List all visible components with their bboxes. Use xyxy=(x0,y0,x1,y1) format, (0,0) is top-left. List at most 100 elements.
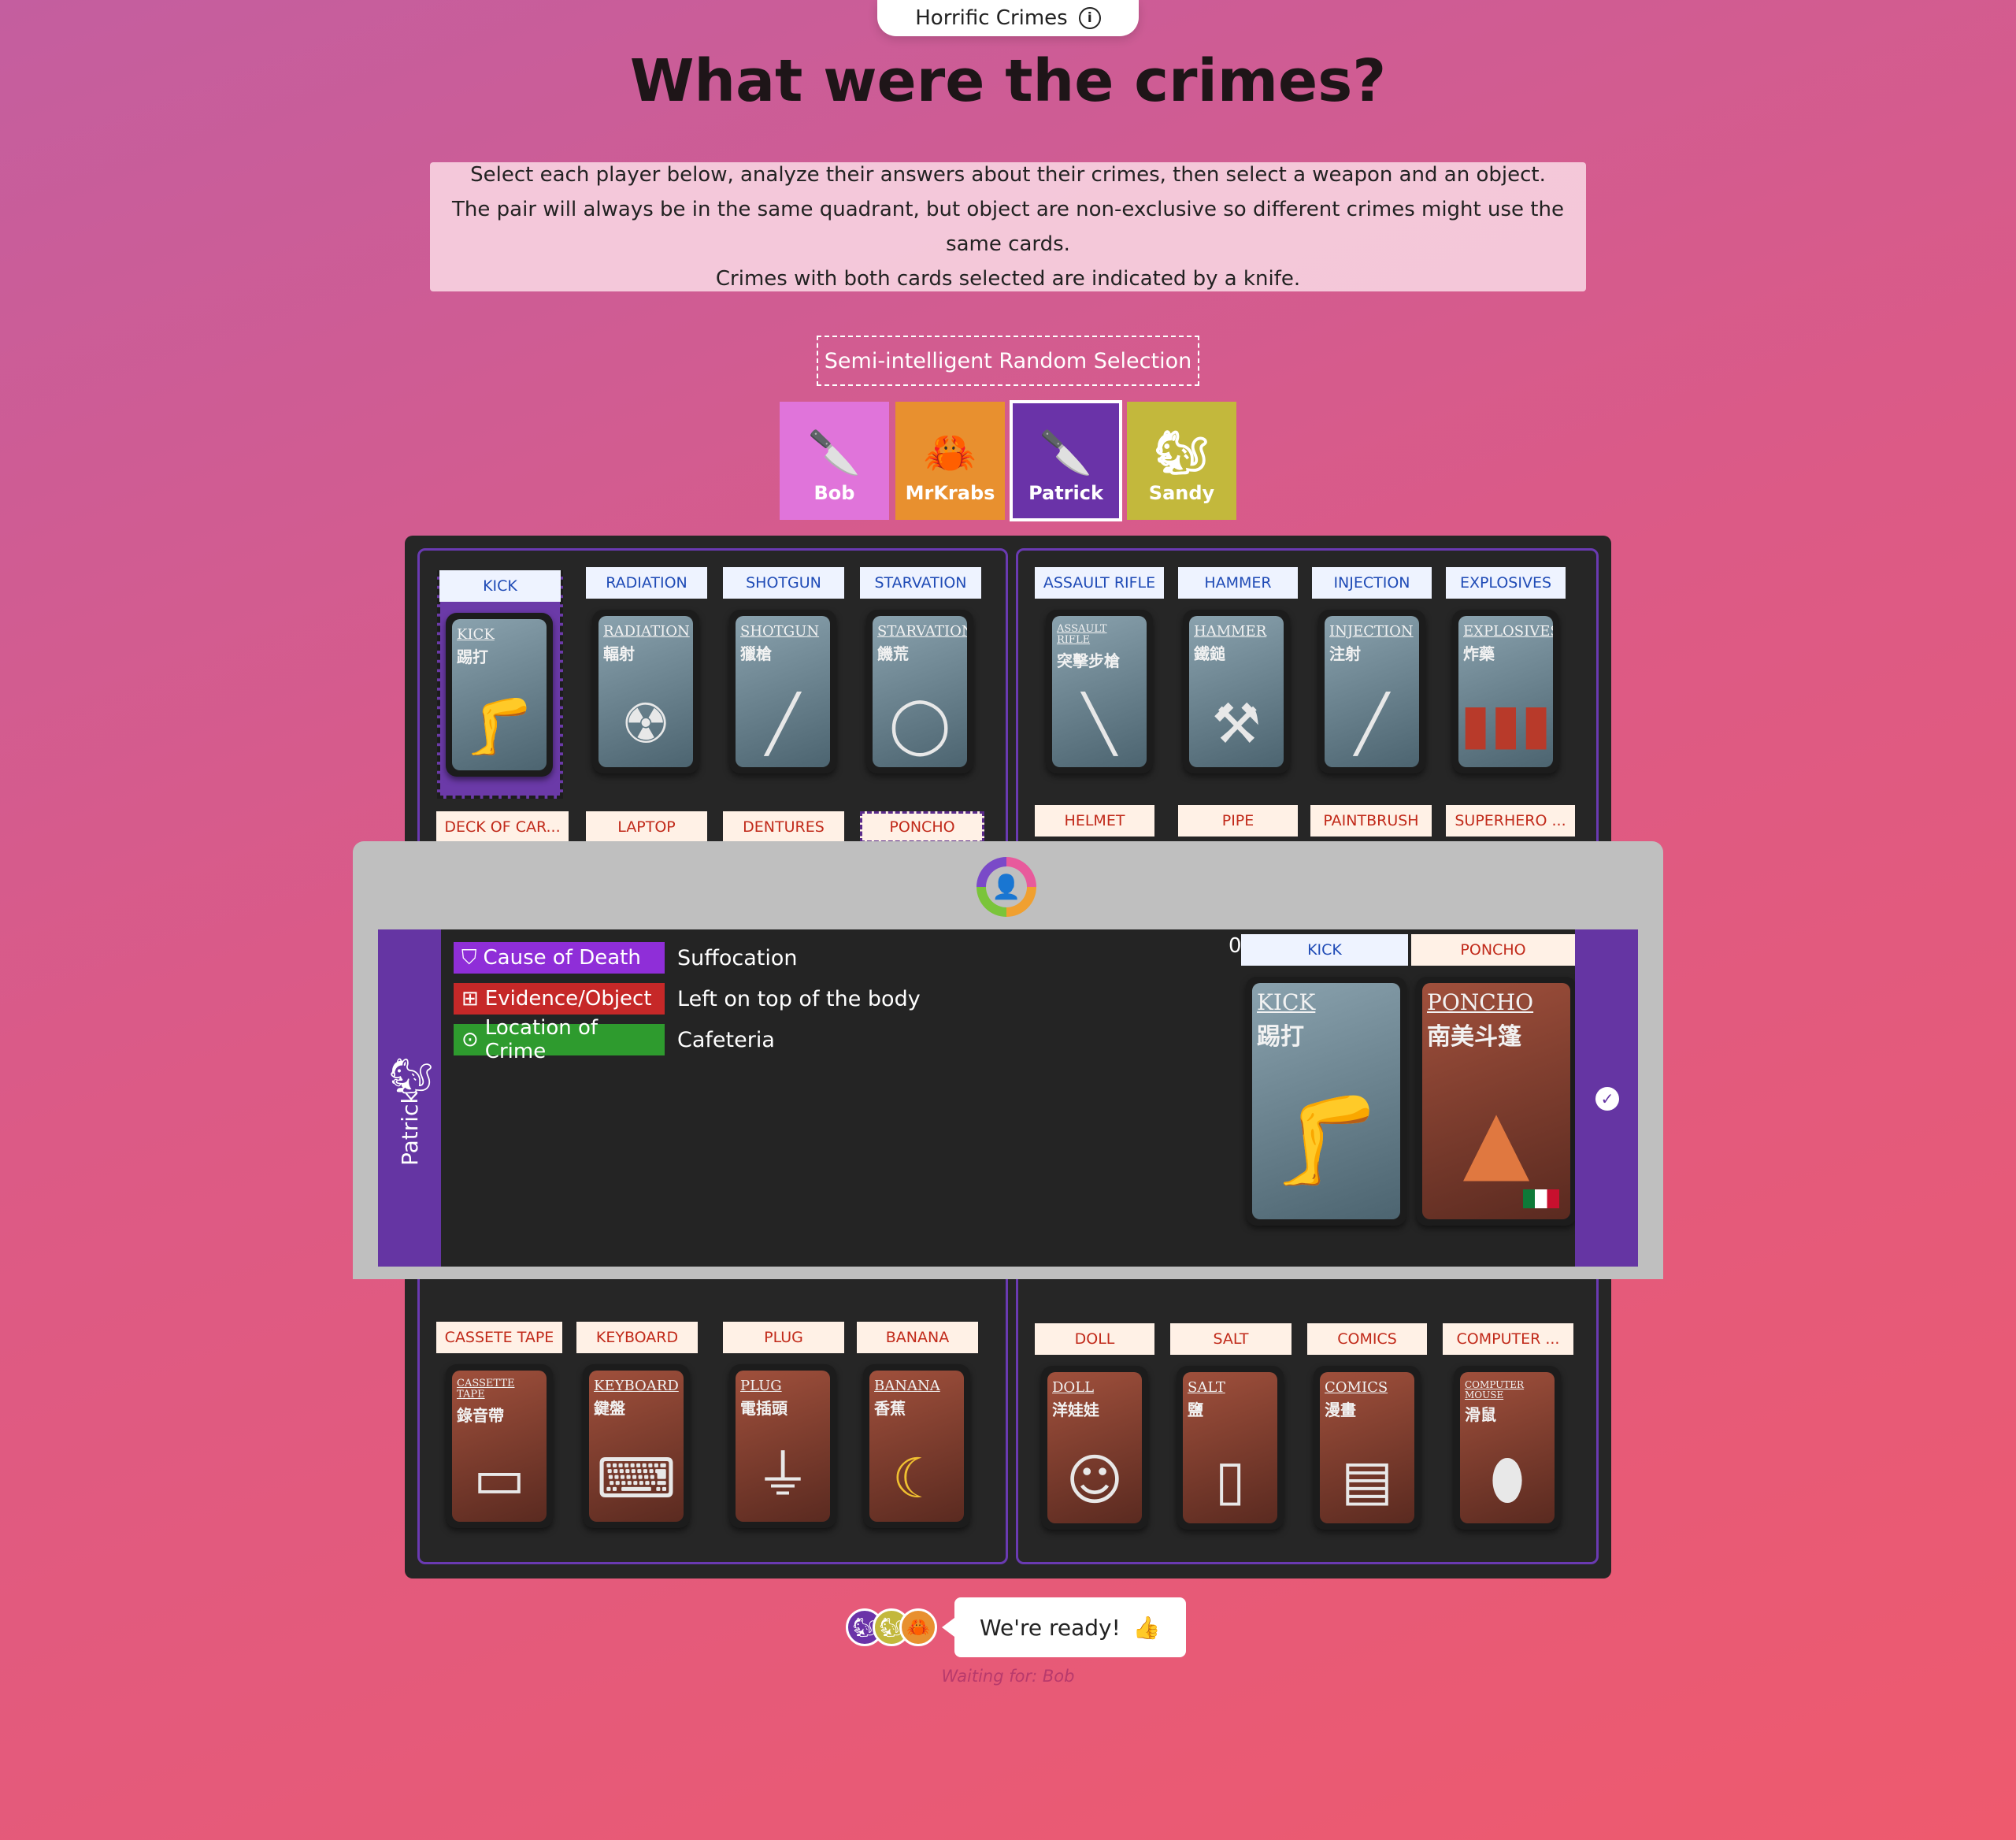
weapon-label-starvation[interactable]: STARVATION xyxy=(860,567,981,599)
object-label-plug[interactable]: PLUG xyxy=(723,1322,844,1353)
object-label-helmet[interactable]: HELMET xyxy=(1035,805,1154,837)
tab-player-patrick[interactable]: 🔪 Patrick xyxy=(1010,400,1122,521)
card-title-zh: 輻射 xyxy=(603,644,635,663)
card-face: BANANA 香蕉 ☾ xyxy=(869,1371,964,1522)
card-face: CASSETTE TAPE 錄音帶 ▭ xyxy=(452,1371,547,1522)
instructions-box: Select each player below, analyze their … xyxy=(430,162,1586,291)
card-title-zh: 踢打 xyxy=(457,647,488,666)
player-circle-icon[interactable]: 👤 xyxy=(976,857,1036,917)
selected-object-card[interactable]: PONCHO 南美斗篷 ▲ xyxy=(1416,977,1577,1226)
card-face: ASSAULT RIFLE 突擊步槍 ╲ xyxy=(1052,616,1147,767)
player-tabs: 🔪 Bob 🦀 MrKrabs 🔪 Patrick 🐿 Sandy xyxy=(780,400,1236,521)
tab-player-sandy[interactable]: 🐿 Sandy xyxy=(1127,402,1236,520)
avatar-mrkrabs: 🦀 xyxy=(899,1608,937,1646)
card-face: PLUG 電插頭 ⏚ xyxy=(736,1371,830,1522)
card-injection[interactable]: INJECTION 注射 ╱ xyxy=(1318,610,1425,773)
object-label-banana[interactable]: BANANA xyxy=(857,1322,978,1353)
card-title-en: STARVATION xyxy=(877,623,967,640)
salt-shaker-icon: ▯ xyxy=(1214,1448,1246,1512)
card-hammer[interactable]: HAMMER 鐵鎚 ⚒ xyxy=(1183,610,1290,773)
tab-player-bob[interactable]: 🔪 Bob xyxy=(780,402,889,520)
object-label-laptop[interactable]: LAPTOP xyxy=(586,811,707,843)
clue-label-text: Evidence/Object xyxy=(484,987,652,1011)
card-shotgun[interactable]: SHOTGUN 獵槍 ╱ xyxy=(729,610,836,773)
card-keyboard[interactable]: KEYBOARD 鍵盤 ⌨ xyxy=(583,1364,690,1528)
thumbs-up-icon: 👍 xyxy=(1132,1614,1161,1641)
object-label-pipe[interactable]: PIPE xyxy=(1178,805,1298,837)
card-title-zh: 錄音帶 xyxy=(457,1405,504,1425)
object-label-cassette-tape[interactable]: CASSETE TAPE xyxy=(436,1322,562,1353)
ready-button[interactable]: We're ready! 👍 xyxy=(942,1597,1186,1657)
object-label-computer-mouse[interactable]: COMPUTER ... xyxy=(1443,1323,1573,1355)
game-title-pill[interactable]: Horrific Crimes i xyxy=(877,0,1139,36)
mexico-flag-icon xyxy=(1523,1189,1559,1208)
check-circle-icon[interactable]: ✓ xyxy=(1595,1087,1619,1111)
card-kick[interactable]: KICK 踢打 🦵 xyxy=(446,613,553,777)
card-title-zh: 饑荒 xyxy=(877,644,909,663)
weapon-label-kick[interactable]: KICK xyxy=(439,570,561,602)
card-title-en: DOLL xyxy=(1052,1379,1095,1396)
hammer-icon: ⚒ xyxy=(1211,692,1262,756)
weapon-label-explosives[interactable]: EXPLOSIVES xyxy=(1446,567,1566,599)
card-salt[interactable]: SALT 鹽 ▯ xyxy=(1177,1366,1284,1530)
clue-row-location-of-crime: ⊙ Location of Crime Cafeteria xyxy=(454,1016,775,1063)
poncho-icon: ▲ xyxy=(1462,1090,1530,1191)
selected-weapon-label[interactable]: KICK xyxy=(1241,934,1408,966)
card-face: EXPLOSIVES 炸藥 ▮▮▮ xyxy=(1458,616,1553,767)
ready-area: 🐿 🐿 🦀 We're ready! 👍 xyxy=(846,1597,1186,1657)
object-label-superhero[interactable]: SUPERHERO ... xyxy=(1446,805,1575,837)
object-label-doll[interactable]: DOLL xyxy=(1035,1323,1154,1355)
card-title-en: KICK xyxy=(457,626,495,643)
card-explosives[interactable]: EXPLOSIVES 炸藥 ▮▮▮ xyxy=(1452,610,1559,773)
card-title-en: EXPLOSIVES xyxy=(1463,623,1553,640)
weapon-label-injection[interactable]: INJECTION xyxy=(1312,567,1432,599)
card-computer-mouse[interactable]: COMPUTER MOUSE 滑鼠 ⬮ xyxy=(1454,1366,1561,1530)
card-title-en: COMICS xyxy=(1325,1379,1388,1396)
selected-weapon-card[interactable]: KICK 踢打 🦵 xyxy=(1246,977,1406,1226)
crime-detail-overlay: 👤 🐿 Patrick ⛉ Cause of Death Suffocation… xyxy=(353,841,1663,1279)
kick-icon: 🦵 xyxy=(1272,1089,1380,1190)
object-label-comics[interactable]: COMICS xyxy=(1307,1323,1427,1355)
card-title-en: KICK xyxy=(1257,989,1316,1015)
object-label-paintbrush[interactable]: PAINTBRUSH xyxy=(1310,805,1432,837)
gift-icon: ⊞ xyxy=(461,987,479,1011)
card-title-en: COMPUTER MOUSE xyxy=(1465,1379,1525,1401)
object-label-dentures[interactable]: DENTURES xyxy=(723,811,844,843)
page-title: What were the crimes? xyxy=(629,47,1387,115)
card-face: DOLL 洋娃娃 ☺ xyxy=(1047,1372,1142,1523)
card-comics[interactable]: COMICS 漫畫 ▤ xyxy=(1314,1366,1421,1530)
object-label-salt[interactable]: SALT xyxy=(1170,1323,1292,1355)
object-label-poncho[interactable]: PONCHO xyxy=(860,811,984,843)
tab-player-mrkrabs[interactable]: 🦀 MrKrabs xyxy=(895,402,1005,520)
shotgun-icon: ╱ xyxy=(765,692,800,756)
card-title-zh: 鐵鎚 xyxy=(1194,644,1225,663)
weapon-label-assault-rifle[interactable]: ASSAULT RIFLE xyxy=(1035,567,1164,599)
card-title-zh: 鍵盤 xyxy=(594,1398,625,1418)
weapon-label-radiation[interactable]: RADIATION xyxy=(586,567,707,599)
card-title-en: INJECTION xyxy=(1329,623,1414,640)
clue-value: Left on top of the body xyxy=(677,986,921,1011)
object-label-deck-of-cards[interactable]: DECK OF CAR... xyxy=(436,811,569,843)
card-cassette-tape[interactable]: CASSETTE TAPE 錄音帶 ▭ xyxy=(446,1364,553,1528)
object-label-keyboard[interactable]: KEYBOARD xyxy=(576,1322,698,1353)
instruction-line: The pair will always be in the same quad… xyxy=(452,198,1564,256)
card-radiation[interactable]: RADIATION 輻射 ☢ xyxy=(592,610,699,773)
card-banana[interactable]: BANANA 香蕉 ☾ xyxy=(863,1364,970,1528)
map-pin-icon: ⊙ xyxy=(461,1028,479,1052)
crime-confirm-sidebar[interactable]: ✓ xyxy=(1575,929,1638,1267)
card-title-zh: 香蕉 xyxy=(874,1398,906,1418)
clue-label: ⊞ Evidence/Object xyxy=(454,983,665,1015)
card-assault-rifle[interactable]: ASSAULT RIFLE 突擊步槍 ╲ xyxy=(1046,610,1153,773)
selected-object-label[interactable]: PONCHO xyxy=(1411,934,1575,966)
info-icon[interactable]: i xyxy=(1078,7,1101,29)
weapon-label-hammer[interactable]: HAMMER xyxy=(1178,567,1298,599)
card-starvation[interactable]: STARVATION 饑荒 ◯ xyxy=(866,610,973,773)
card-face: KICK 踢打 🦵 xyxy=(1252,983,1400,1219)
doll-icon: ☺ xyxy=(1065,1448,1124,1512)
keyboard-icon: ⌨ xyxy=(596,1446,676,1511)
card-face: SALT 鹽 ▯ xyxy=(1183,1372,1277,1523)
card-doll[interactable]: DOLL 洋娃娃 ☺ xyxy=(1041,1366,1148,1530)
random-selection-button[interactable]: Semi-intelligent Random Selection xyxy=(817,336,1199,386)
weapon-label-shotgun[interactable]: SHOTGUN xyxy=(723,567,844,599)
card-plug[interactable]: PLUG 電插頭 ⏚ xyxy=(729,1364,836,1528)
